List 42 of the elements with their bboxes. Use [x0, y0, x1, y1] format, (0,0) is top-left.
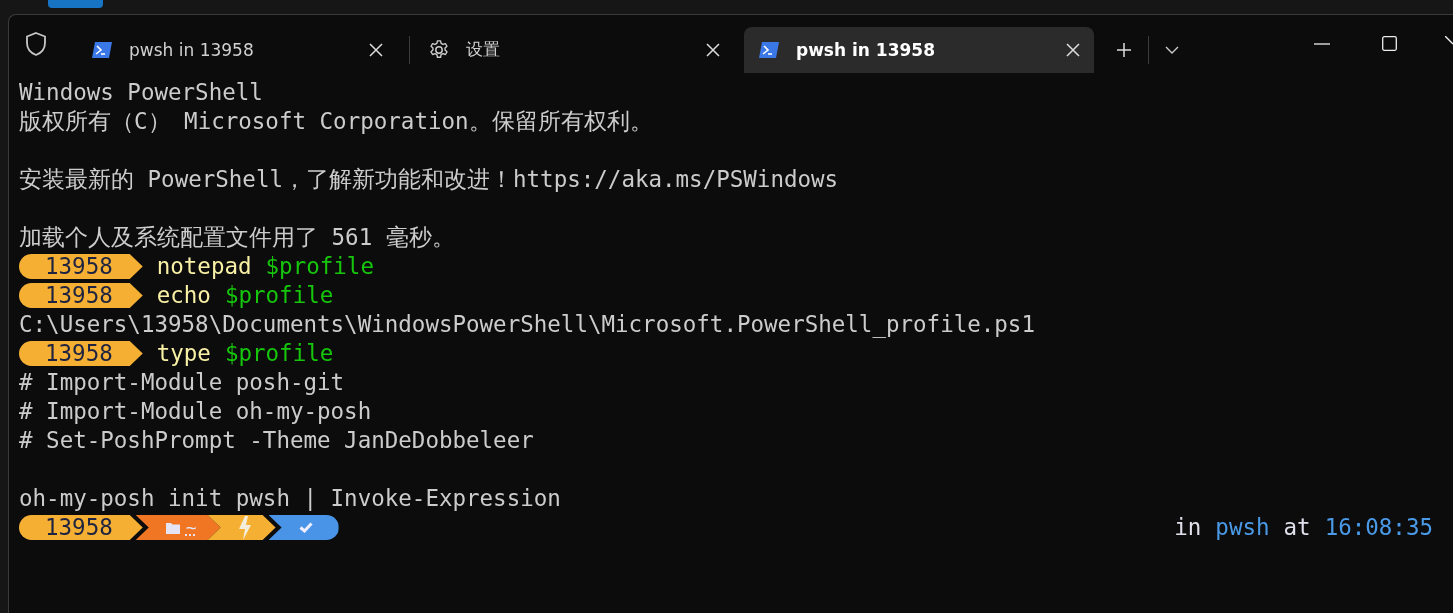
powershell-icon [758, 40, 780, 59]
output-line: # Import-Module oh-my-posh [19, 397, 372, 426]
output-line: Windows PowerShell [19, 78, 263, 107]
prompt-segment: 13958 [19, 515, 143, 540]
minimize-icon[interactable] [1314, 42, 1330, 45]
new-tab-icon[interactable] [1116, 41, 1132, 58]
app-icon [48, 0, 103, 8]
shell-name: pwsh [1215, 513, 1270, 542]
command-argument: $profile [265, 252, 374, 281]
gear-icon [428, 38, 450, 61]
dropdown-icon[interactable] [1165, 45, 1179, 54]
output-line: 加载个人及系统配置文件用了 561 毫秒。 [19, 223, 455, 252]
prompt-segment: 13958 [19, 341, 143, 366]
output-line: # Import-Module posh-git [19, 368, 345, 397]
output-line: # Set-PoshPrompt -Theme JanDeDobbeleer [19, 426, 534, 455]
output-line: 版权所有（C） Microsoft Corporation。保留所有权利。 [19, 107, 653, 136]
prompt-segment: 13958 [19, 283, 143, 308]
prompt-text: in [1174, 513, 1202, 542]
maximize-icon[interactable] [1382, 36, 1397, 51]
command: type [156, 339, 211, 368]
prompt-text: at [1283, 513, 1311, 542]
command: notepad [156, 252, 252, 281]
lightning-icon [237, 515, 252, 540]
tab[interactable]: 设置 [414, 27, 734, 72]
prompt-segment: 13958 [19, 254, 143, 279]
tab[interactable]: pwsh in 13958 [77, 27, 397, 72]
tab-title: 设置 [466, 38, 501, 61]
tab[interactable]: pwsh in 13958 [744, 26, 1094, 73]
tab-title: pwsh in 13958 [796, 39, 936, 60]
command-argument: $profile [224, 339, 334, 368]
output-line: oh-my-posh init pwsh | Invoke-Expression [19, 484, 561, 513]
tab-title: pwsh in 13958 [129, 39, 255, 60]
powershell-icon [91, 40, 113, 59]
command-argument: $profile [224, 281, 334, 310]
check-icon [298, 522, 313, 533]
output-line: 安装最新的 PowerShell，了解新功能和改进！https://aka.ms/PSWindows [19, 165, 839, 194]
command: echo [156, 281, 211, 310]
prompt-time: 16:08:35 [1324, 513, 1433, 542]
shield-icon [25, 31, 47, 56]
home-path: ~ [185, 516, 197, 540]
folder-icon [165, 521, 180, 534]
output-line: C:\Users\13958\Documents\WindowsPowerShell\Microsoft.PowerShell_profile.ps1 [19, 310, 1035, 339]
